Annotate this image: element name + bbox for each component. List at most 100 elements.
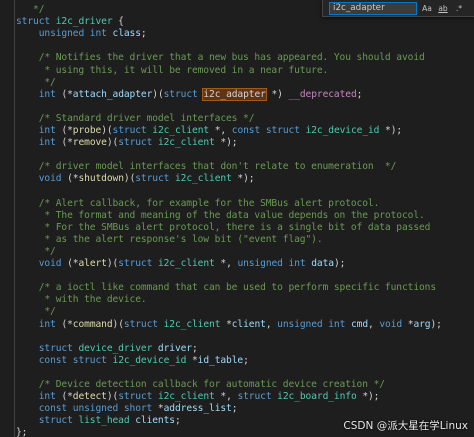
code-line[interactable]: * For the SMBus alert protocol, there is… <box>0 222 474 234</box>
regex-toggle[interactable]: .* <box>453 2 465 15</box>
code-line[interactable]: */ <box>0 306 474 318</box>
code-line[interactable]: * using this, it will be removed in a ne… <box>0 65 474 77</box>
code-token: i2c_driver <box>55 16 113 28</box>
code-line[interactable]: /* Notifies the driver that a new bus ha… <box>0 52 474 64</box>
code-line[interactable]: int (*remove)(struct i2c_client *); <box>0 137 474 149</box>
code-line[interactable]: int (*probe)(struct i2c_client *, const … <box>0 125 474 137</box>
code-token: __deprecated <box>288 88 357 100</box>
code-token: /* a ioctl like command that can be used… <box>16 282 437 294</box>
code-token: *); <box>214 137 238 149</box>
code-line[interactable]: /* a ioctl like command that can be used… <box>0 282 474 294</box>
code-token: int <box>38 318 62 330</box>
code-token: ); <box>333 258 346 270</box>
code-token: unsigned int <box>38 28 113 40</box>
code-token: device_driver <box>78 342 158 354</box>
code-token: ; <box>140 28 147 40</box>
code-token: *, <box>214 391 238 403</box>
code-line[interactable]: /* Standard driver model interfaces */ <box>0 113 474 125</box>
code-line[interactable] <box>0 149 474 161</box>
code-line[interactable]: /* Alert callback, for example for the S… <box>0 198 474 210</box>
code-line[interactable] <box>0 270 474 282</box>
code-token: cmd <box>350 318 368 330</box>
code-token: data <box>311 258 334 270</box>
code-token: (* <box>61 137 73 149</box>
code-line[interactable]: unsigned int class; <box>0 28 474 40</box>
code-line[interactable] <box>0 367 474 379</box>
code-token: */ <box>16 76 56 88</box>
code-token: * using this, it will be removed in a ne… <box>16 64 329 76</box>
code-token: *); <box>231 173 255 185</box>
code-editor[interactable]: * has started. */struct i2c_driver { uns… <box>0 0 474 437</box>
code-line[interactable] <box>0 40 474 52</box>
code-line[interactable] <box>0 331 474 343</box>
code-token: arg <box>413 318 431 330</box>
code-token: struct <box>123 318 164 330</box>
code-token: struct <box>38 342 79 354</box>
code-token: detect <box>72 391 107 403</box>
code-token: /* driver model interfaces that don't re… <box>16 161 397 173</box>
code-token: *); <box>379 125 403 137</box>
code-line[interactable] <box>0 101 474 113</box>
code-area[interactable]: * has started. */struct i2c_driver { uns… <box>0 0 474 437</box>
find-widget: i2c_adapter Aa ab .* <box>322 0 474 17</box>
code-line[interactable]: int (*detect)(struct i2c_client *, struc… <box>0 391 474 403</box>
code-token: * <box>220 318 232 330</box>
code-line[interactable] <box>0 186 474 198</box>
code-token: struct <box>118 391 158 403</box>
code-token: *, <box>209 125 232 137</box>
code-token: )( <box>106 258 119 270</box>
code-token: struct <box>118 137 158 149</box>
match-case-toggle[interactable]: Aa <box>421 2 433 15</box>
code-line[interactable]: */ <box>0 77 474 89</box>
code-token: { <box>112 16 124 28</box>
find-input[interactable]: i2c_adapter <box>329 1 417 15</box>
code-token: *) <box>265 88 289 100</box>
code-token: unsigned int <box>277 318 351 330</box>
code-line[interactable]: /* driver model interfaces that don't re… <box>0 161 474 173</box>
code-token: /* Notifies the driver that a new bus ha… <box>16 52 425 64</box>
code-token: address_list <box>163 403 232 415</box>
code-token: int <box>38 88 62 100</box>
code-token: int <box>38 391 62 403</box>
code-line[interactable]: void (*shutdown)(struct i2c_client *); <box>0 173 474 185</box>
code-line[interactable]: /* Device detection callback for automat… <box>0 379 474 391</box>
code-token: i2c_board_info <box>277 391 357 403</box>
code-line[interactable]: struct i2c_driver { <box>0 16 474 28</box>
code-token: *, <box>214 258 238 270</box>
code-token: (* <box>67 258 79 270</box>
code-token: int <box>38 137 62 149</box>
code-token: probe <box>72 125 102 137</box>
code-token: int <box>38 125 62 137</box>
code-token: clients <box>135 415 175 427</box>
code-line[interactable]: * as the alert response's low bit ("even… <box>0 234 474 246</box>
code-line[interactable]: const struct i2c_device_id *id_table; <box>0 355 474 367</box>
code-line[interactable]: * with the device. <box>0 294 474 306</box>
code-line[interactable]: * The format and meaning of the data val… <box>0 210 474 222</box>
code-line[interactable]: void (*alert)(struct i2c_client *, unsig… <box>0 258 474 270</box>
code-token: struct <box>38 415 79 427</box>
code-token: struct <box>16 16 56 28</box>
code-line[interactable]: int (*attach_adapter)(struct i2c_adapter… <box>0 87 474 101</box>
code-line[interactable]: */ <box>0 246 474 258</box>
code-token: (* <box>61 318 73 330</box>
code-line[interactable]: struct device_driver driver; <box>0 343 474 355</box>
code-token: (* <box>61 88 73 100</box>
code-token: unsigned int <box>237 258 312 270</box>
code-token: list_head <box>78 415 136 427</box>
code-token: command <box>72 318 113 330</box>
code-token: ; <box>243 354 249 366</box>
whole-word-toggle[interactable]: ab <box>437 2 449 15</box>
code-line[interactable]: int (*command)(struct i2c_client *client… <box>0 319 474 331</box>
code-token: struct <box>112 125 153 137</box>
code-token: )( <box>123 173 136 185</box>
code-line[interactable]: const unsigned short *address_list; <box>0 403 474 415</box>
